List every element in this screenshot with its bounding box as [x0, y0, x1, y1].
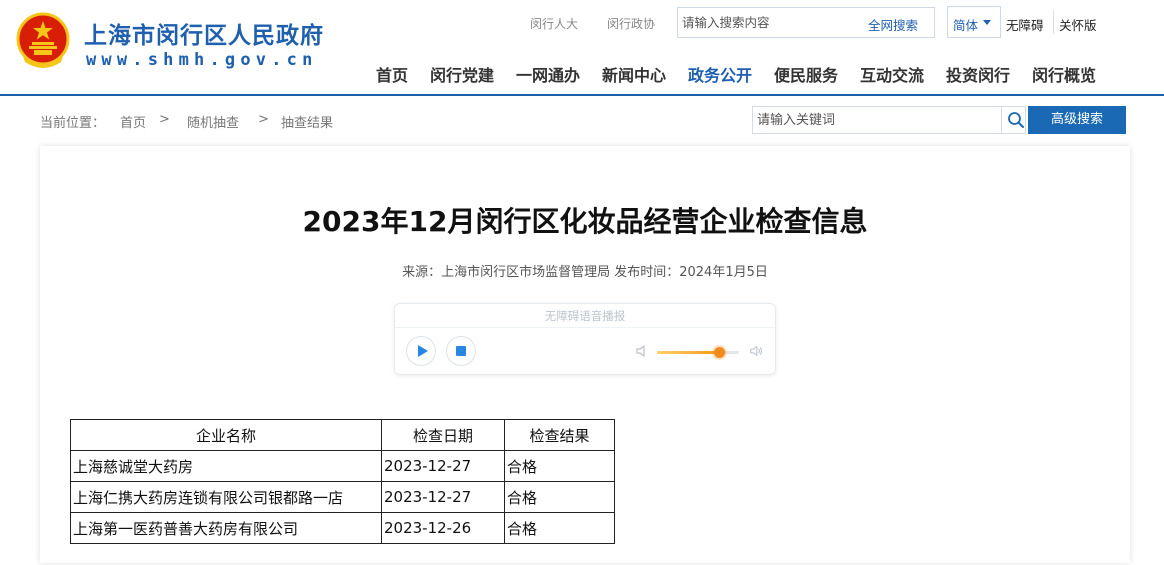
- cell-result: 合格: [504, 481, 615, 513]
- nav-item-interaction[interactable]: 互动交流: [860, 62, 924, 86]
- cell-date: 2023-12-26: [381, 512, 505, 544]
- cell-result: 合格: [504, 450, 615, 482]
- breadcrumb-item-home[interactable]: 首页: [120, 112, 146, 131]
- nav-item-convenience[interactable]: 便民服务: [774, 62, 838, 86]
- care-mode-link[interactable]: 关怀版: [1059, 15, 1097, 34]
- site-header: 上海市闵行区人民政府 www.shmh.gov.cn 闵行人大 闵行政协 全网搜…: [0, 0, 1164, 94]
- cell-company: 上海慈诚堂大药房: [70, 450, 382, 482]
- breadcrumb-item-random-check[interactable]: 随机抽查: [187, 112, 239, 131]
- table-row: 上海仁携大药房连锁有限公司银都路一店 2023-12-27 合格: [70, 481, 615, 513]
- nav-item-gov-affairs[interactable]: 政务公开: [688, 62, 752, 86]
- volume-slider-fill: [657, 351, 719, 354]
- divider: [1053, 10, 1054, 34]
- divider: [1001, 107, 1002, 133]
- article-meta: 来源：上海市闵行区市场监督管理局 发布时间：2024年1月5日: [402, 265, 768, 280]
- breadcrumb-item-results[interactable]: 抽查结果: [281, 112, 333, 131]
- volume-low-icon[interactable]: [635, 344, 649, 358]
- national-emblem-icon[interactable]: [15, 12, 71, 70]
- column-header-date: 检查日期: [381, 419, 505, 451]
- nav-item-home[interactable]: 首页: [376, 62, 408, 86]
- language-selector[interactable]: 简体: [947, 6, 1001, 38]
- site-url[interactable]: www.shmh.gov.cn: [86, 50, 318, 70]
- play-button[interactable]: [406, 336, 436, 366]
- nav-item-overview[interactable]: 闵行概览: [1032, 62, 1096, 86]
- volume-slider-handle[interactable]: [713, 347, 725, 358]
- keyword-search-input[interactable]: [757, 111, 987, 130]
- search-icon[interactable]: [1007, 111, 1025, 129]
- nav-item-party[interactable]: 闵行党建: [430, 62, 494, 86]
- volume-slider[interactable]: [657, 347, 739, 358]
- site-search-box: 全网搜索: [677, 7, 935, 38]
- stop-icon: [456, 346, 466, 356]
- breadcrumb-separator: >: [159, 112, 170, 127]
- nav-item-investment[interactable]: 投资闵行: [946, 62, 1010, 86]
- cell-result: 合格: [504, 512, 615, 544]
- article-title: 2023年12月闵行区化妆品经营企业检查信息: [302, 205, 868, 238]
- column-header-result: 检查结果: [504, 419, 615, 451]
- play-icon: [418, 345, 428, 357]
- column-header-company: 企业名称: [70, 419, 382, 451]
- nav-item-service[interactable]: 一网通办: [516, 62, 580, 86]
- audio-player: 无障碍语音播报: [394, 303, 776, 375]
- site-search-input[interactable]: [682, 12, 862, 33]
- nav-item-news[interactable]: 新闻中心: [602, 62, 666, 86]
- accessibility-link[interactable]: 无障碍: [1006, 15, 1044, 34]
- advanced-search-button[interactable]: 高级搜索: [1028, 106, 1126, 134]
- cell-company: 上海第一医药普善大药房有限公司: [70, 512, 382, 544]
- site-title[interactable]: 上海市闵行区人民政府: [84, 16, 324, 50]
- language-label: 简体: [953, 18, 979, 33]
- table-header-row: 企业名称 检查日期 检查结果: [70, 419, 615, 451]
- inspection-results-table: 企业名称 检查日期 检查结果 上海慈诚堂大药房 2023-12-27 合格 上海…: [70, 419, 615, 544]
- volume-high-icon[interactable]: [749, 344, 763, 358]
- cell-date: 2023-12-27: [381, 450, 505, 482]
- top-link-renda[interactable]: 闵行人大: [530, 15, 578, 32]
- header-divider: [0, 94, 1164, 96]
- player-title: 无障碍语音播报: [544, 309, 626, 323]
- table-row: 上海慈诚堂大药房 2023-12-27 合格: [70, 450, 615, 482]
- divider: [395, 327, 775, 328]
- breadcrumb-prefix: 当前位置：: [40, 116, 106, 131]
- cell-date: 2023-12-27: [381, 481, 505, 513]
- stop-button[interactable]: [446, 336, 476, 366]
- breadcrumb-separator: >: [258, 112, 269, 127]
- table-row: 上海第一医药普善大药房有限公司 2023-12-26 合格: [70, 512, 615, 544]
- top-link-zhengxie[interactable]: 闵行政协: [607, 15, 655, 32]
- cell-company: 上海仁携大药房连锁有限公司银都路一店: [70, 481, 382, 513]
- keyword-search-box: [752, 106, 1026, 134]
- site-search-button[interactable]: 全网搜索: [868, 15, 918, 34]
- caret-down-icon: [983, 20, 991, 25]
